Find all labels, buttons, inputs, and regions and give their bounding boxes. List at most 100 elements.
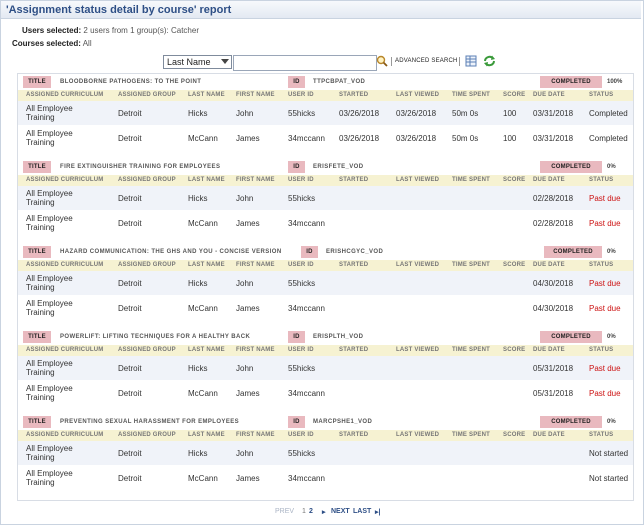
col-started[interactable]: STARTED (339, 432, 368, 438)
advanced-search-link[interactable]: ADVANCED SEARCH (395, 58, 458, 64)
col-last-name[interactable]: LAST NAME (188, 262, 225, 268)
col-started[interactable]: STARTED (339, 92, 368, 98)
course-title[interactable]: BLOODBORNE PATHOGENS: TO THE POINT (60, 79, 201, 85)
cell-first-name: James (236, 474, 260, 483)
table-row[interactable]: All Employee Training Detroit McCann James 3… (18, 126, 633, 150)
next-page-link[interactable]: NEXT (331, 508, 350, 515)
course-title[interactable]: PREVENTING SEXUAL HARASSMENT FOR EMPLOYE… (60, 419, 239, 425)
col-last-name[interactable]: LAST NAME (188, 347, 225, 353)
cell-status: Completed (589, 134, 628, 143)
search-input[interactable] (233, 55, 377, 71)
col-due-date[interactable]: DUE DATE (533, 432, 565, 438)
page-1-link[interactable]: 1 (302, 508, 306, 515)
completed-percent: 0% (607, 334, 616, 340)
col-time-spent[interactable]: TIME SPENT (452, 347, 490, 353)
col-started[interactable]: STARTED (339, 347, 368, 353)
col-assigned-curriculum[interactable]: ASSIGNED CURRICULUM (26, 262, 103, 268)
course-title[interactable]: HAZARD COMMUNICATION: THE GHS AND YOU - … (60, 249, 282, 255)
course-title[interactable]: POWERLIFT: LIFTING TECHNIQUES FOR A HEAL… (60, 334, 250, 340)
col-first-name[interactable]: FIRST NAME (236, 432, 275, 438)
col-last-name[interactable]: LAST NAME (188, 177, 225, 183)
col-assigned-curriculum[interactable]: ASSIGNED CURRICULUM (26, 177, 103, 183)
col-started[interactable]: STARTED (339, 177, 368, 183)
last-page-arrow[interactable]: ▸| (375, 508, 380, 516)
col-time-spent[interactable]: TIME SPENT (452, 262, 490, 268)
col-status[interactable]: STATUS (589, 262, 613, 268)
spreadsheet-export-icon[interactable] (465, 55, 477, 67)
search-field-select[interactable]: Last Name (163, 55, 232, 69)
table-row[interactable]: All Employee Training Detroit McCann James 3… (18, 466, 633, 490)
report-table: TITLE BLOODBORNE PATHOGENS: TO THE POINT I… (17, 73, 634, 501)
course-section: TITLE FIRE EXTINGUISHER TRAINING FOR EMPL… (18, 159, 633, 244)
col-score[interactable]: SCORE (503, 177, 525, 183)
last-page-link[interactable]: LAST (353, 508, 371, 515)
col-first-name[interactable]: FIRST NAME (236, 262, 275, 268)
col-assigned-group[interactable]: ASSIGNED GROUP (118, 92, 176, 98)
prev-page-link: PREV (275, 508, 295, 515)
table-row[interactable]: All Employee Training Detroit Hicks John 55h… (18, 186, 633, 210)
col-score[interactable]: SCORE (503, 347, 525, 353)
cell-curriculum: All Employee Training (26, 214, 73, 232)
col-score[interactable]: SCORE (503, 262, 525, 268)
course-title[interactable]: FIRE EXTINGUISHER TRAINING FOR EMPLOYEES (60, 164, 220, 170)
cell-last-name: Hicks (188, 279, 208, 288)
cell-last-name: McCann (188, 389, 218, 398)
col-assigned-group[interactable]: ASSIGNED GROUP (118, 347, 176, 353)
col-started[interactable]: STARTED (339, 262, 368, 268)
col-first-name[interactable]: FIRST NAME (236, 347, 275, 353)
course-id: MARCPSHE1_VOD (313, 419, 373, 425)
table-row[interactable]: All Employee Training Detroit Hicks John 55h… (18, 356, 633, 380)
col-time-spent[interactable]: TIME SPENT (452, 432, 490, 438)
col-time-spent[interactable]: TIME SPENT (452, 92, 490, 98)
col-user-id[interactable]: USER ID (288, 347, 314, 353)
column-header-row: ASSIGNED CURRICULUM ASSIGNED GROUP LAST NA… (18, 345, 633, 356)
col-status[interactable]: STATUS (589, 92, 613, 98)
course-id: ERISFETE_VOD (313, 164, 364, 170)
col-score[interactable]: SCORE (503, 92, 525, 98)
col-last-viewed[interactable]: LAST VIEWED (396, 262, 439, 268)
col-last-name[interactable]: LAST NAME (188, 432, 225, 438)
id-label: ID (288, 76, 305, 88)
col-last-viewed[interactable]: LAST VIEWED (396, 347, 439, 353)
table-row[interactable]: All Employee Training Detroit McCann James 3… (18, 381, 633, 405)
col-due-date[interactable]: DUE DATE (533, 347, 565, 353)
col-last-viewed[interactable]: LAST VIEWED (396, 92, 439, 98)
col-last-viewed[interactable]: LAST VIEWED (396, 177, 439, 183)
col-time-spent[interactable]: TIME SPENT (452, 177, 490, 183)
cell-curriculum: All Employee Training (26, 129, 73, 147)
course-title-row: TITLE BLOODBORNE PATHOGENS: TO THE POINT I… (18, 74, 633, 90)
col-assigned-group[interactable]: ASSIGNED GROUP (118, 177, 176, 183)
refresh-icon[interactable] (483, 55, 496, 67)
col-status[interactable]: STATUS (589, 432, 613, 438)
col-status[interactable]: STATUS (589, 177, 613, 183)
col-first-name[interactable]: FIRST NAME (236, 92, 275, 98)
col-user-id[interactable]: USER ID (288, 92, 314, 98)
col-assigned-curriculum[interactable]: ASSIGNED CURRICULUM (26, 92, 103, 98)
col-status[interactable]: STATUS (589, 347, 613, 353)
table-row[interactable]: All Employee Training Detroit Hicks John 55h… (18, 441, 633, 465)
col-assigned-curriculum[interactable]: ASSIGNED CURRICULUM (26, 347, 103, 353)
cell-group: Detroit (118, 304, 142, 313)
col-score[interactable]: SCORE (503, 432, 525, 438)
col-assigned-curriculum[interactable]: ASSIGNED CURRICULUM (26, 432, 103, 438)
col-due-date[interactable]: DUE DATE (533, 177, 565, 183)
table-row[interactable]: All Employee Training Detroit McCann James 3… (18, 211, 633, 235)
table-row[interactable]: All Employee Training Detroit McCann James 3… (18, 296, 633, 320)
col-due-date[interactable]: DUE DATE (533, 262, 565, 268)
col-first-name[interactable]: FIRST NAME (236, 177, 275, 183)
col-user-id[interactable]: USER ID (288, 432, 314, 438)
cell-status: Past due (589, 219, 621, 228)
col-assigned-group[interactable]: ASSIGNED GROUP (118, 432, 176, 438)
cell-last-name: McCann (188, 134, 218, 143)
table-row[interactable]: All Employee Training Detroit Hicks John 55h… (18, 271, 633, 295)
col-assigned-group[interactable]: ASSIGNED GROUP (118, 262, 176, 268)
next-page-arrow[interactable]: ▸ (322, 508, 326, 516)
col-last-viewed[interactable]: LAST VIEWED (396, 432, 439, 438)
course-title-row: TITLE POWERLIFT: LIFTING TECHNIQUES FOR A… (18, 329, 633, 345)
col-due-date[interactable]: DUE DATE (533, 92, 565, 98)
col-user-id[interactable]: USER ID (288, 262, 314, 268)
col-last-name[interactable]: LAST NAME (188, 92, 225, 98)
col-user-id[interactable]: USER ID (288, 177, 314, 183)
magnifier-icon[interactable] (376, 55, 388, 67)
table-row[interactable]: All Employee Training Detroit Hicks John 55h… (18, 101, 633, 125)
